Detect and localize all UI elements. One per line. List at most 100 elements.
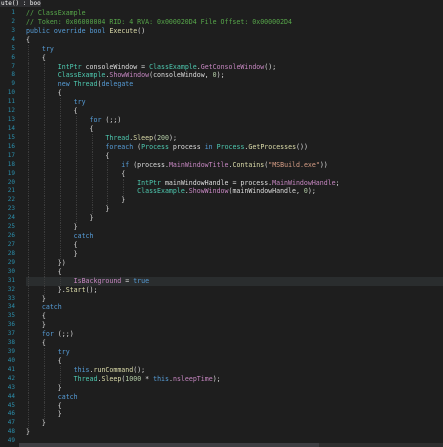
code-line[interactable]: { (26, 267, 443, 277)
code-line[interactable]: catch (26, 392, 443, 402)
indent-guide (28, 151, 29, 161)
code-line[interactable]: { (26, 151, 443, 161)
code-line[interactable]: try (26, 44, 443, 54)
line-number: 13 (7, 116, 15, 124)
code-line[interactable]: catch (26, 232, 443, 241)
indent-guide (91, 142, 93, 152)
indent-guide (59, 98, 61, 108)
code-line[interactable]: try (26, 348, 443, 357)
indent-guide (43, 365, 45, 375)
indent-guide (28, 383, 29, 393)
code-line[interactable]: Thread.Sleep(1000 * this.nsleepTime); (26, 374, 443, 384)
code-token: ShowWindow (109, 71, 150, 80)
horizontal-scrollbar[interactable] (19, 443, 443, 447)
code-line[interactable]: } (26, 428, 443, 437)
code-line[interactable]: catch (26, 303, 443, 313)
code-line[interactable]: } (26, 223, 443, 233)
indent-guide (59, 142, 61, 152)
code-line[interactable]: { (26, 89, 443, 99)
code-token: (;;) (53, 330, 74, 339)
code-line[interactable]: IsBackground = true (26, 276, 443, 286)
line-number: 12 (7, 107, 15, 115)
code-token: // Token: 0x06000004 RID: 4 RVA: 0x00002… (26, 17, 292, 26)
code-token: new (57, 80, 70, 89)
indent-guide (43, 348, 45, 357)
code-line[interactable]: { (26, 107, 443, 117)
indent-guide (43, 214, 45, 224)
code-line[interactable]: IntPtr mainWindowHandle = process.MainWi… (26, 178, 443, 188)
code-token: Sleep (133, 133, 154, 142)
code-line[interactable]: Thread.Sleep(200); (26, 133, 443, 143)
code-line[interactable]: } (26, 214, 443, 224)
code-line[interactable]: } (26, 205, 443, 215)
line-number: 29 (7, 258, 15, 266)
code-editor[interactable]: ute() : bool 1 2 3 4 5 6 7 8 9 10 11 12 13 14 15 16 17 18… (0, 0, 443, 447)
indent-guide (43, 169, 45, 179)
code-line[interactable]: { (26, 312, 443, 322)
line-number: 2 (11, 17, 15, 25)
code-line[interactable]: ClassExample.ShowWindow(mainWindowHandle… (26, 187, 443, 197)
code-line[interactable]: // Token: 0x06000004 RID: 4 RVA: 0x00002… (26, 18, 443, 27)
code-line[interactable]: } (26, 249, 443, 259)
code-line[interactable]: { (26, 36, 443, 45)
line-number: 42 (7, 374, 15, 382)
code-line[interactable]: for (;;) (26, 330, 443, 340)
code-line[interactable]: public override bool Execute() (26, 27, 443, 36)
code-line[interactable]: } (26, 196, 443, 206)
code-line[interactable]: { (26, 53, 443, 63)
code-line[interactable]: }.Start(); (26, 285, 443, 295)
line-number: 25 (7, 223, 15, 231)
indent-guide (59, 205, 61, 215)
code-line[interactable]: } (26, 321, 443, 331)
code-line[interactable]: try (26, 98, 443, 108)
indent-guide (43, 98, 45, 108)
code-line[interactable]: this.runCommand(); (26, 365, 443, 375)
code-line[interactable]: } (26, 294, 443, 304)
code-line[interactable]: { (26, 240, 443, 250)
code-area[interactable]: // ClassExample// Token: 0x06000004 RID:… (26, 9, 443, 447)
code-line[interactable]: { (26, 339, 443, 349)
code-line[interactable]: new Thread(delegate (26, 80, 443, 90)
indent-guide (75, 214, 77, 224)
line-number: 14 (7, 124, 15, 132)
line-number: 19 (7, 169, 15, 177)
code-line[interactable]: } (26, 383, 443, 393)
line-number: 10 (7, 89, 15, 97)
code-line[interactable]: for (;;) (26, 116, 443, 125)
code-line[interactable]: }) (26, 258, 443, 268)
code-line[interactable]: { (26, 124, 443, 134)
indent-guide (43, 223, 45, 233)
method-tab-title[interactable]: ute() : bool (0, 0, 41, 7)
indent-guide (28, 107, 29, 117)
code-line[interactable]: } (26, 419, 443, 429)
code-line[interactable]: ClassExample.ShowWindow(consoleWindow, 0… (26, 71, 443, 81)
code-token: this (73, 365, 90, 374)
code-line[interactable]: { (26, 401, 443, 411)
code-line[interactable]: // ClassExample (26, 9, 443, 18)
code-token: nsleepTime (172, 374, 213, 383)
code-line[interactable]: if (process.MainWindowTitle.Contains("MS… (26, 160, 443, 170)
code-line[interactable]: { (26, 356, 443, 366)
indent-guide (91, 178, 93, 188)
line-number: 49 (7, 437, 15, 445)
code-token: IntPtr (57, 62, 82, 71)
code-token: = (121, 276, 134, 285)
code-line[interactable]: IntPtr consoleWindow = ClassExample.GetC… (26, 62, 443, 72)
indent-guide (107, 187, 109, 197)
code-token: // ClassExample (26, 9, 86, 17)
line-number: 28 (7, 249, 15, 257)
code-line[interactable]: { (26, 169, 443, 179)
indent-guide (28, 187, 29, 197)
code-token: 1000 (125, 374, 142, 383)
code-token: GetConsoleWindow (200, 62, 265, 71)
code-token: (process. (129, 160, 169, 169)
code-token: ); (168, 133, 177, 142)
scrollbar-thumb[interactable] (19, 443, 319, 447)
code-token: mainWindowHandle = process. (160, 178, 273, 187)
code-line[interactable]: foreach (Process process in Process.GetP… (26, 142, 443, 152)
line-number: 48 (7, 428, 15, 436)
code-token: )) (319, 160, 328, 169)
code-line[interactable]: } (26, 410, 443, 420)
